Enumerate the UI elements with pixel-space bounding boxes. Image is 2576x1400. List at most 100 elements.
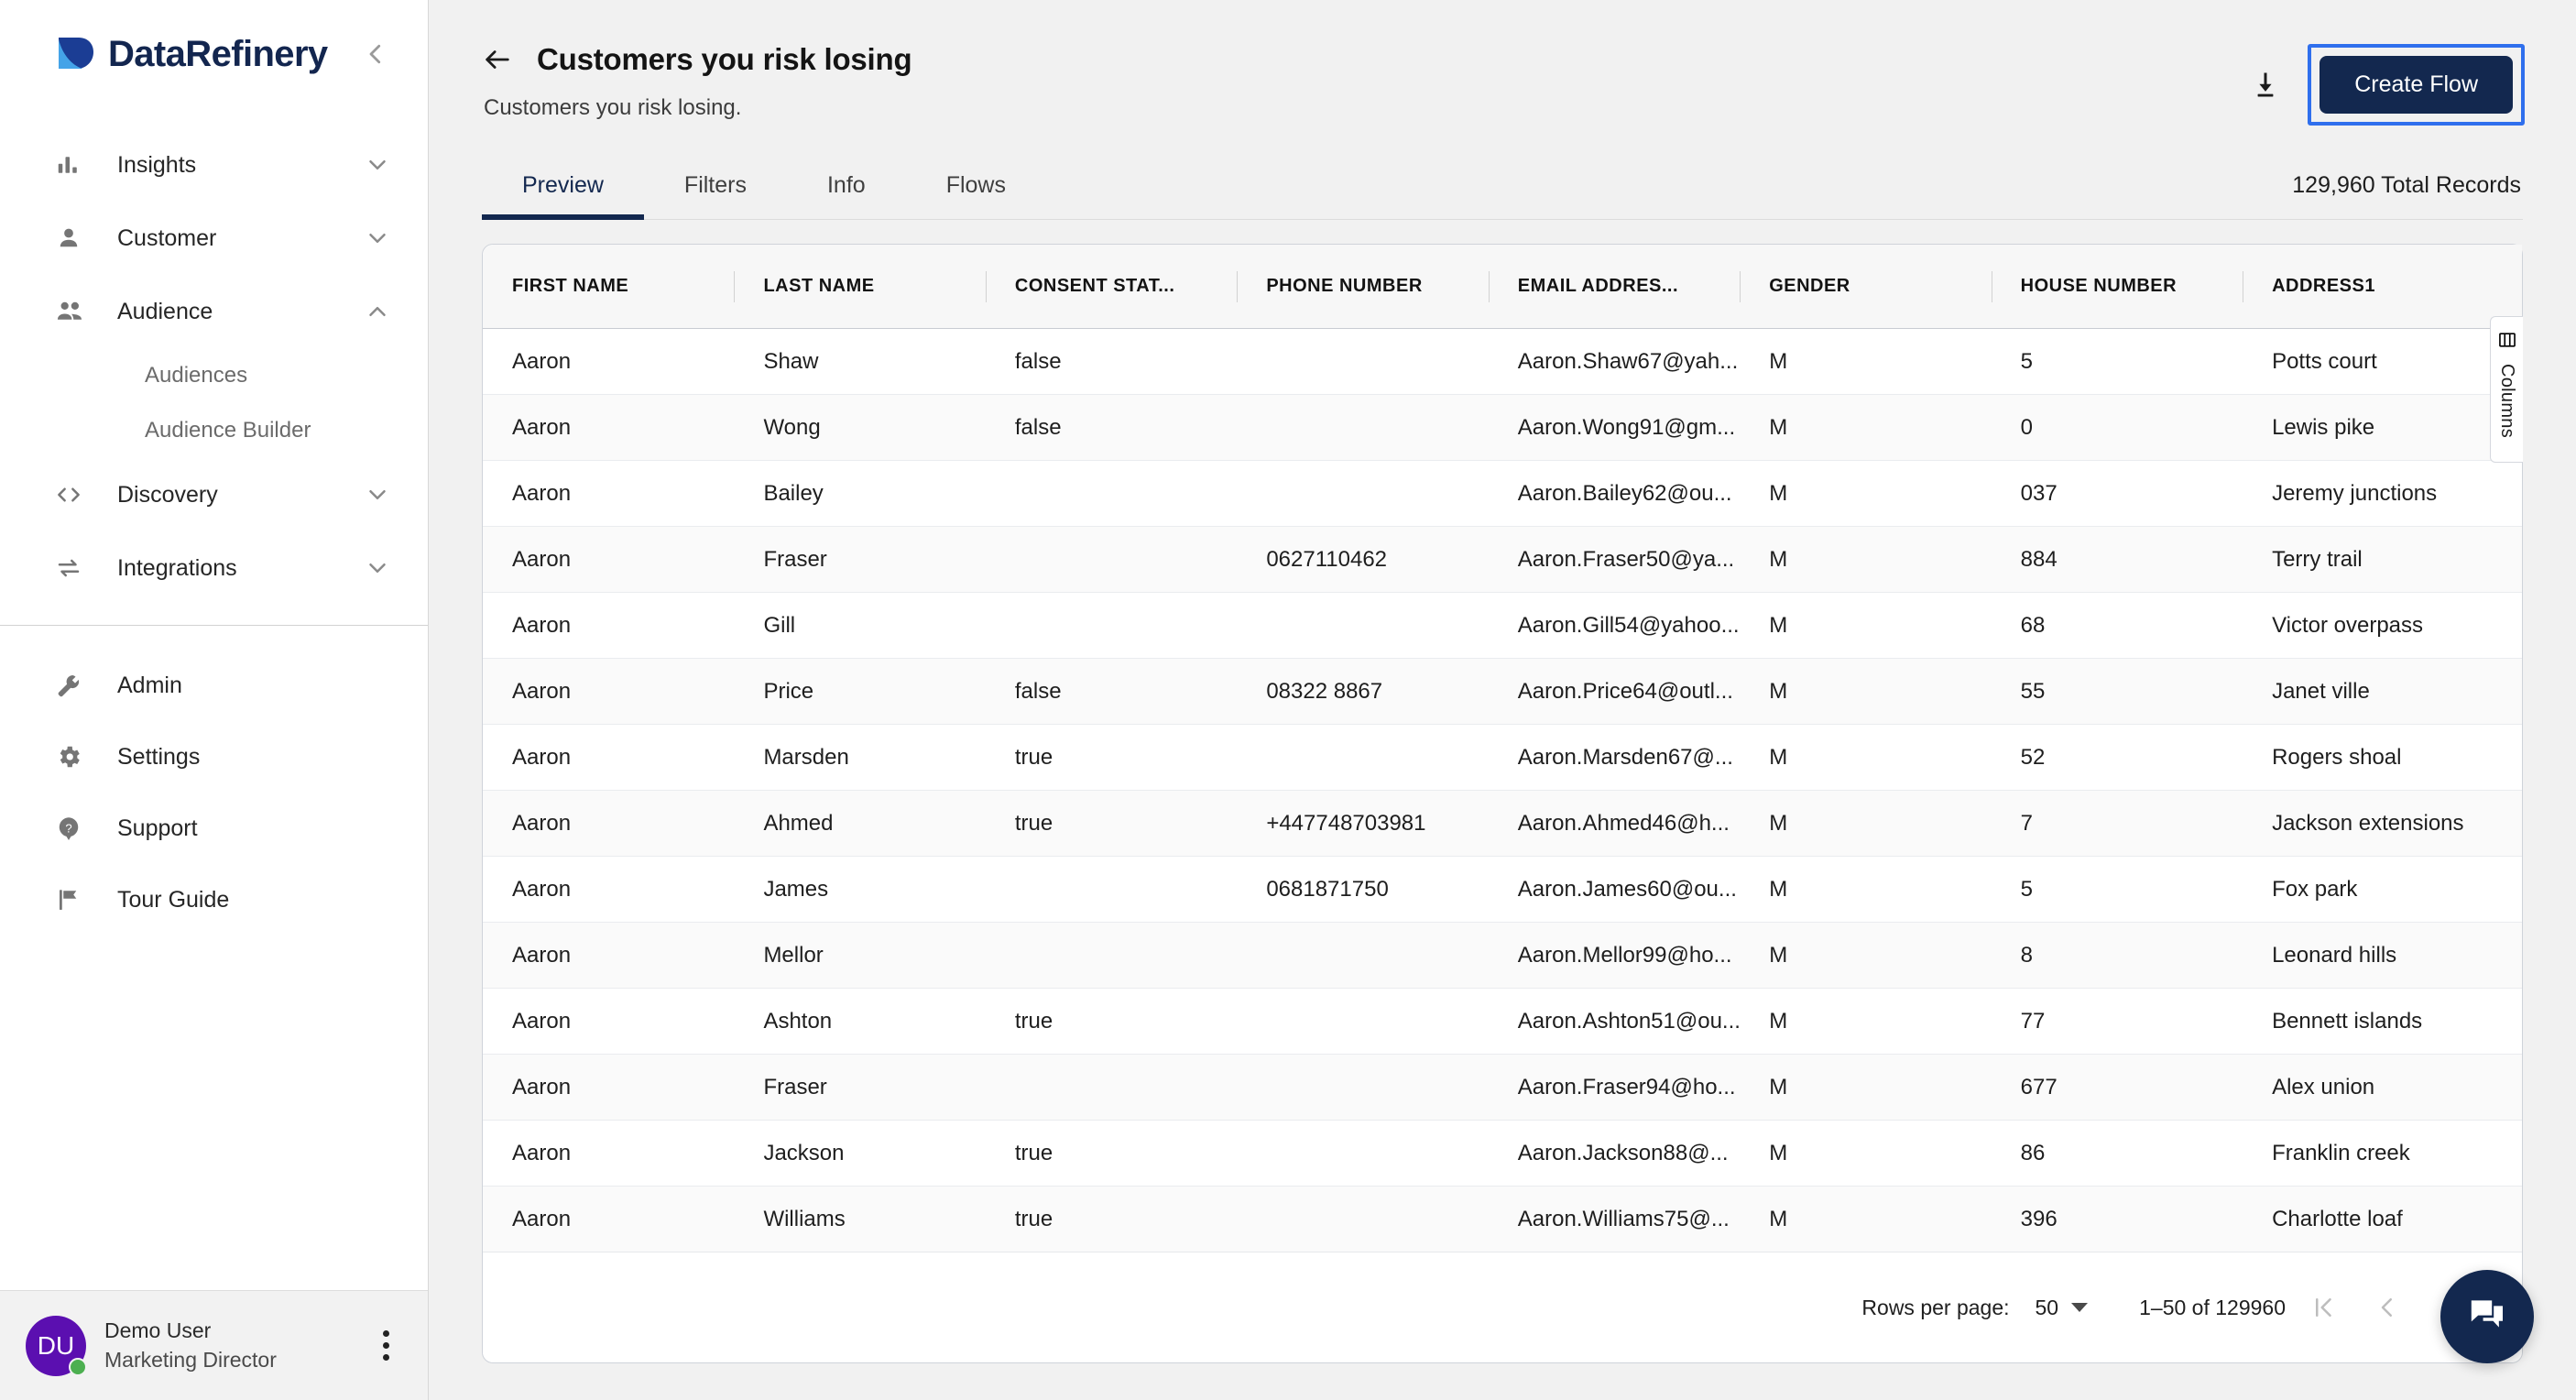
table-row[interactable]: Aaron Williams true Aaron.Williams75@... M 39… [483, 1186, 2522, 1252]
table-row[interactable]: Aaron Fraser 0627110462 Aaron.Fraser50@ya..… [483, 526, 2522, 593]
cell-email-address: Aaron.Ahmed46@h... [1488, 790, 1741, 857]
cell-house-number: 8 [1991, 922, 2243, 989]
sidebar-item-admin[interactable]: Admin [0, 650, 428, 721]
table-row[interactable]: Aaron Mellor Aaron.Mellor99@ho... M 8 Leonard… [483, 922, 2522, 989]
table-row[interactable]: Aaron Bailey Aaron.Bailey62@ou... M 037 Jerem… [483, 460, 2522, 527]
user-card[interactable]: DU Demo User Marketing Director [0, 1290, 428, 1400]
create-flow-button[interactable]: Create Flow [2319, 56, 2513, 114]
cell-gender: M [1740, 328, 1992, 395]
column-header-gender[interactable]: GENDER [1740, 245, 1992, 329]
cell-email-address: Aaron.Fraser94@ho... [1488, 1054, 1741, 1121]
table-row[interactable]: Aaron Ashton true Aaron.Ashton51@ou... M 77 Be… [483, 988, 2522, 1055]
cell-house-number: 7 [1991, 790, 2243, 857]
column-header-phone-number[interactable]: PHONE NUMBER [1237, 245, 1489, 329]
cell-house-number: 396 [1991, 1186, 2243, 1252]
columns-panel-toggle[interactable]: Columns [2490, 316, 2523, 463]
cell-address1: Jeremy junctions [2243, 460, 2522, 527]
sidebar-item-label: Tour Guide [117, 886, 230, 913]
column-header-house-number[interactable]: HOUSE NUMBER [1991, 245, 2243, 329]
first-page-icon[interactable] [2297, 1281, 2350, 1334]
tab-flows[interactable]: Flows [906, 172, 1046, 219]
rows-per-page-select[interactable]: 50 [2036, 1296, 2089, 1320]
table-row[interactable]: Aaron James 0681871750 Aaron.James60@ou... M… [483, 856, 2522, 923]
sidebar-item-tour-guide[interactable]: Tour Guide [0, 864, 428, 935]
kebab-menu-icon[interactable] [377, 1325, 395, 1366]
table-row[interactable]: Aaron Wong false Aaron.Wong91@gm... M 0 Lewis … [483, 394, 2522, 461]
sidebar-item-support[interactable]: ? Support [0, 793, 428, 864]
table-row[interactable]: Aaron Marsden true Aaron.Marsden67@... M 52 Ro… [483, 724, 2522, 791]
tab-filters[interactable]: Filters [644, 172, 787, 219]
cell-phone-number: 0627110462 [1237, 526, 1489, 593]
previous-page-icon[interactable] [2361, 1281, 2414, 1334]
cell-phone-number [1237, 1186, 1489, 1252]
bar-chart-icon [55, 151, 97, 179]
chevron-up-icon[interactable] [364, 298, 391, 325]
sidebar-collapse-button[interactable] [360, 38, 391, 70]
user-info: Demo User Marketing Director [104, 1318, 277, 1373]
main-content: Customers you risk losing Customers you … [429, 0, 2576, 1400]
table-row[interactable]: Aaron Jackson true Aaron.Jackson88@... M 86 Fr… [483, 1120, 2522, 1187]
sidebar-item-audience[interactable]: Audience [0, 275, 428, 348]
sidebar-subitem-label: Audience Builder [145, 418, 311, 443]
cell-first-name: Aaron [483, 856, 735, 923]
cell-last-name: Williams [734, 1186, 986, 1252]
sidebar-item-audience-builder[interactable]: Audience Builder [0, 403, 428, 458]
sidebar-item-audiences[interactable]: Audiences [0, 348, 428, 403]
cell-house-number: 5 [1991, 856, 2243, 923]
sidebar-item-label: Audience [117, 298, 213, 324]
table-row[interactable]: Aaron Gill Aaron.Gill54@yahoo... M 68 Victor … [483, 592, 2522, 659]
tab-preview[interactable]: Preview [482, 172, 644, 220]
sidebar-item-label: Insights [117, 151, 197, 178]
table-row[interactable]: Aaron Shaw false Aaron.Shaw67@yah... M 5 Potts… [483, 328, 2522, 395]
page-subtitle: Customers you risk losing. [484, 95, 742, 120]
sidebar: DataRefinery Insights Customer Audience … [0, 0, 429, 1400]
chevron-down-icon[interactable] [364, 554, 391, 582]
cell-first-name: Aaron [483, 922, 735, 989]
column-header-last-name[interactable]: LAST NAME [734, 245, 986, 329]
cell-email-address: Aaron.Wong91@gm... [1488, 394, 1741, 461]
cell-consent-status: true [985, 790, 1238, 857]
table-row[interactable]: Aaron Fraser Aaron.Fraser94@ho... M 677 Alex … [483, 1054, 2522, 1121]
cell-first-name: Aaron [483, 592, 735, 659]
cell-email-address: Aaron.Gill54@yahoo... [1488, 592, 1741, 659]
table-body: Aaron Shaw false Aaron.Shaw67@yah... M 5 Potts… [483, 328, 2522, 1252]
column-header-consent-status[interactable]: CONSENT STAT... [985, 245, 1238, 329]
cell-phone-number [1237, 922, 1489, 989]
cell-gender: M [1740, 856, 1992, 923]
chevron-down-icon[interactable] [364, 481, 391, 509]
cell-gender: M [1740, 724, 1992, 791]
table-row[interactable]: Aaron Ahmed true +447748703981 Aaron.Ahmed46… [483, 790, 2522, 857]
cell-consent-status: true [985, 1186, 1238, 1252]
columns-panel-label: Columns [2497, 364, 2517, 439]
cell-phone-number: +447748703981 [1237, 790, 1489, 857]
cell-address1: Franklin creek [2243, 1120, 2522, 1187]
sidebar-item-integrations[interactable]: Integrations [0, 531, 428, 605]
arrow-left-icon[interactable] [482, 44, 513, 75]
chat-fab-button[interactable] [2440, 1270, 2534, 1363]
cell-last-name: Mellor [734, 922, 986, 989]
cell-gender: M [1740, 922, 1992, 989]
download-icon[interactable] [2240, 60, 2291, 111]
datarefinery-logo-icon [55, 34, 95, 74]
sidebar-item-insights[interactable]: Insights [0, 128, 428, 202]
cell-last-name: Fraser [734, 1054, 986, 1121]
sidebar-item-customer[interactable]: Customer [0, 202, 428, 275]
user-role: Marketing Director [104, 1348, 277, 1372]
data-table-card: Columns FIRST NAME LAST NAME CONSENT STA… [482, 244, 2523, 1363]
column-header-first-name[interactable]: FIRST NAME [483, 245, 735, 329]
cell-phone-number [1237, 988, 1489, 1055]
column-header-address1[interactable]: ADDRESS1 [2243, 245, 2522, 329]
cell-last-name: Marsden [734, 724, 986, 791]
table-head: FIRST NAME LAST NAME CONSENT STAT... PHO… [483, 245, 2522, 329]
chevron-down-icon[interactable] [364, 151, 391, 179]
cell-house-number: 5 [1991, 328, 2243, 395]
cell-consent-status: false [985, 658, 1238, 725]
cell-consent-status: true [985, 988, 1238, 1055]
table-row[interactable]: Aaron Price false 08322 8867 Aaron.Price64@o… [483, 658, 2522, 725]
sidebar-item-settings[interactable]: Settings [0, 721, 428, 793]
chevron-down-icon[interactable] [364, 224, 391, 252]
cell-first-name: Aaron [483, 988, 735, 1055]
column-header-email-address[interactable]: EMAIL ADDRES... [1488, 245, 1741, 329]
tab-info[interactable]: Info [787, 172, 906, 219]
sidebar-item-discovery[interactable]: Discovery [0, 458, 428, 531]
